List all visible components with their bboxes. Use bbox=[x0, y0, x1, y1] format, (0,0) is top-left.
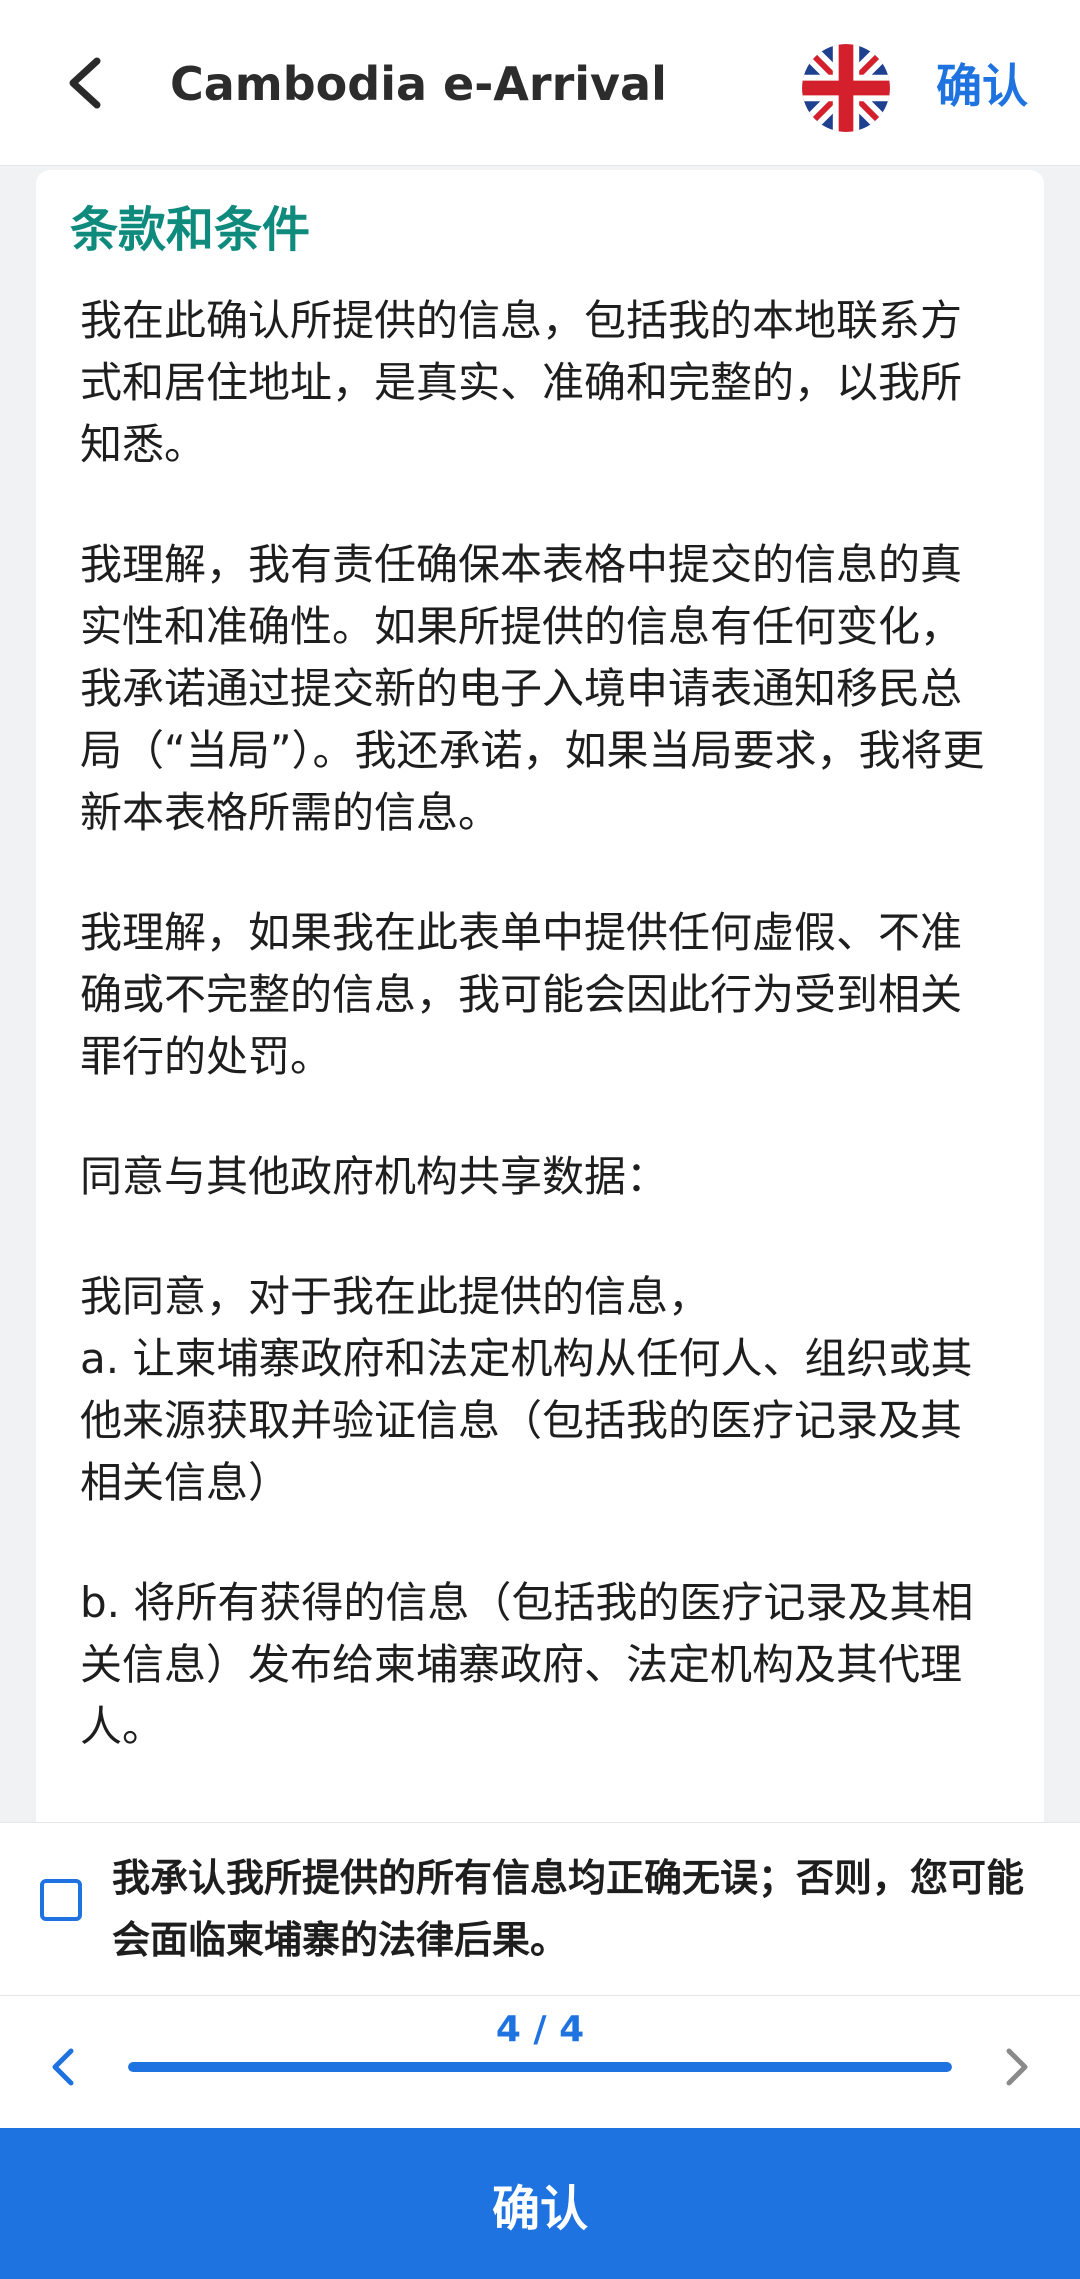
terms-paragraph: 我同意，对于我在此提供的信息， a. 让柬埔寨政府和法定机构从任何人、组织或其他… bbox=[80, 1272, 973, 1507]
header-confirm-button[interactable]: 确认 bbox=[936, 56, 1028, 116]
terms-paragraph: 我在此确认所提供的信息，包括我的本地联系方式和居住地址，是真实、准确和完整的，以… bbox=[80, 296, 963, 469]
chevron-left-icon bbox=[52, 2048, 74, 2086]
chevron-left-icon bbox=[69, 57, 101, 109]
terms-paragraph: 我理解，如果我在此表单中提供任何虚假、不准确或不完整的信息，我可能会因此行为受到… bbox=[80, 908, 963, 1081]
pager: 4 / 4 bbox=[0, 1996, 1080, 2128]
chevron-right-icon bbox=[1006, 2048, 1028, 2086]
acknowledgement-row[interactable]: 我承认我所提供的所有信息均正确无误；否则，您可能会面临柬埔寨的法律后果。 bbox=[0, 1822, 1080, 1996]
terms-paragraph: 同意与其他政府机构共享数据： bbox=[80, 1152, 669, 1201]
next-page-button[interactable] bbox=[982, 2032, 1052, 2102]
previous-page-button[interactable] bbox=[28, 2032, 98, 2102]
app-root: Cambodia e-Arrival 确认 条款和条件 我在此确认所提供的信息，… bbox=[0, 0, 1080, 2279]
uk-flag-icon bbox=[802, 44, 890, 132]
confirm-button[interactable]: 确认 bbox=[0, 2128, 1080, 2279]
progress-bar bbox=[128, 2062, 952, 2072]
progress-fill bbox=[128, 2062, 952, 2072]
terms-paragraph: 我理解，我有责任确保本表格中提交的信息的真实性和准确性。如果所提供的信息有任何变… bbox=[80, 540, 985, 837]
back-button[interactable] bbox=[40, 38, 130, 128]
acknowledge-checkbox[interactable] bbox=[40, 1879, 82, 1921]
page-indicator: 4 / 4 bbox=[495, 2009, 585, 2050]
terms-card: 条款和条件 我在此确认所提供的信息，包括我的本地联系方式和居住地址，是真实、准确… bbox=[36, 170, 1044, 1830]
terms-heading: 条款和条件 bbox=[70, 202, 311, 258]
acknowledge-label[interactable]: 我承认我所提供的所有信息均正确无误；否则，您可能会面临柬埔寨的法律后果。 bbox=[112, 1847, 1042, 1971]
page-title: Cambodia e-Arrival bbox=[170, 57, 667, 111]
terms-paragraph: b. 将所有获得的信息（包括我的医疗记录及其相关信息）发布给柬埔寨政府、法定机构… bbox=[80, 1578, 974, 1751]
language-button[interactable] bbox=[802, 44, 890, 132]
top-bar: Cambodia e-Arrival 确认 bbox=[0, 0, 1080, 166]
terms-body: 我在此确认所提供的信息，包括我的本地联系方式和居住地址，是真实、准确和完整的，以… bbox=[80, 290, 1000, 1816]
